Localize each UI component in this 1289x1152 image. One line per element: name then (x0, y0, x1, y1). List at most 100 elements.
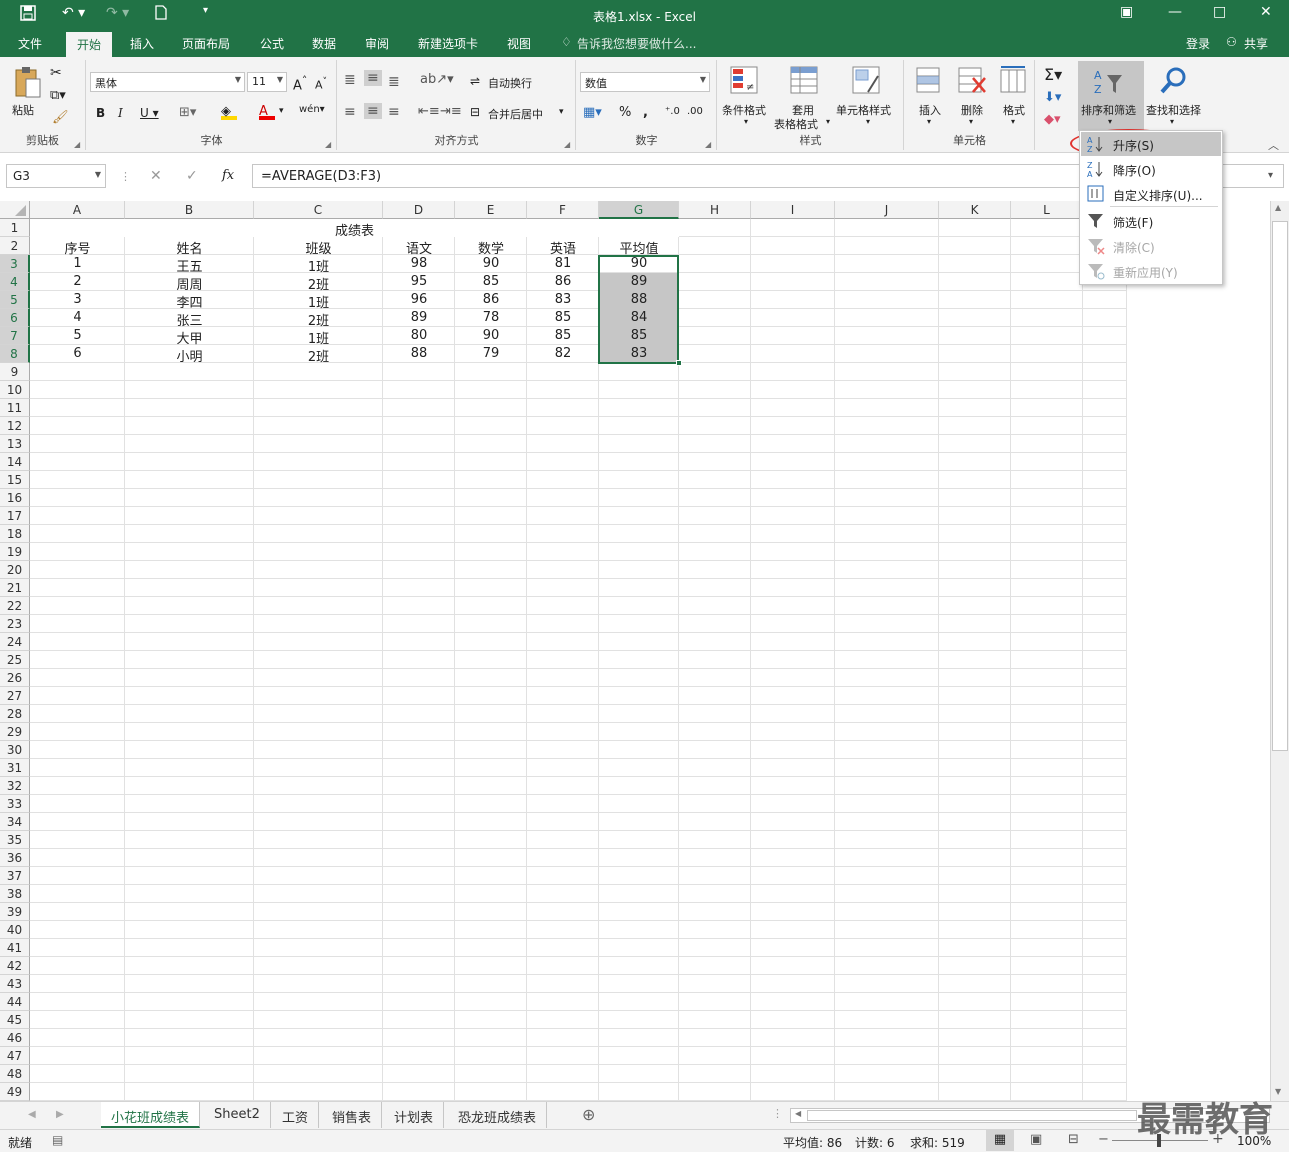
percent-icon[interactable]: % (619, 105, 631, 120)
autosum-icon[interactable]: Σ▾ (1044, 65, 1062, 84)
row-header[interactable]: 15 (0, 471, 30, 489)
underline-icon[interactable]: U ▾ (140, 106, 159, 120)
enter-icon[interactable]: ✓ (186, 168, 198, 184)
row-header[interactable]: 17 (0, 507, 30, 525)
worksheet-grid[interactable]: ABCDEFGHIJKL0123456789101112131415161718… (0, 201, 1270, 1101)
tab-new[interactable]: 新建选项卡 (418, 35, 478, 52)
font-size-select[interactable]: 11 ▼ (247, 72, 287, 92)
row-header[interactable]: 39 (0, 903, 30, 921)
tab-insert[interactable]: 插入 (130, 35, 154, 52)
column-header[interactable]: H (679, 201, 751, 219)
header-cell[interactable]: 序号 (30, 237, 125, 257)
row-header[interactable]: 7 (0, 327, 30, 345)
dropdown-icon[interactable]: ▾ (1011, 117, 1015, 126)
column-header[interactable]: C (254, 201, 383, 219)
row-header[interactable]: 26 (0, 669, 30, 687)
number-format-select[interactable]: 数值 ▼ (580, 72, 710, 92)
row-header[interactable]: 40 (0, 921, 30, 939)
status-sum[interactable]: 求和: 519 (910, 1134, 965, 1151)
data-cell[interactable]: 李四 (125, 291, 254, 311)
header-cell[interactable]: 平均值 (599, 237, 679, 257)
tab-view[interactable]: 视图 (507, 35, 531, 52)
login-link[interactable]: 登录 (1186, 35, 1210, 52)
sheet-tab[interactable]: Sheet2 (204, 1102, 271, 1128)
data-cell[interactable]: 1班 (254, 255, 383, 275)
row-header[interactable]: 48 (0, 1065, 30, 1083)
fill-color-icon[interactable]: ◈ (221, 104, 237, 120)
column-header[interactable]: B (125, 201, 254, 219)
sheet-tab[interactable]: 销售表 (322, 1102, 383, 1128)
row-header[interactable]: 41 (0, 939, 30, 957)
data-cell[interactable]: 周周 (125, 273, 254, 293)
data-cell[interactable]: 86 (527, 273, 599, 291)
data-cell[interactable]: 2 (30, 273, 125, 291)
cell-styles-icon[interactable] (852, 66, 882, 99)
row-header[interactable]: 31 (0, 759, 30, 777)
zoom-out-icon[interactable]: − (1098, 1132, 1109, 1147)
ribbon-display-icon[interactable]: ▣ (1120, 4, 1133, 20)
split-handle-icon[interactable]: ⋮ (772, 1107, 783, 1120)
data-cell[interactable]: 82 (527, 345, 599, 363)
scroll-thumb[interactable] (807, 1110, 1137, 1121)
next-sheet-icon[interactable]: ▶ (56, 1109, 64, 1120)
sort-filter-button[interactable]: AZ 排序和筛选 ▾ (1078, 61, 1144, 131)
row-header[interactable]: 22 (0, 597, 30, 615)
data-cell[interactable]: 大甲 (125, 327, 254, 347)
insert-function-icon[interactable]: fx (222, 168, 234, 183)
align-top-icon[interactable]: ≣ (344, 72, 356, 88)
header-cell[interactable]: 数学 (455, 237, 527, 257)
row-header[interactable]: 45 (0, 1011, 30, 1029)
row-header[interactable]: 49 (0, 1083, 30, 1101)
row-header[interactable]: 20 (0, 561, 30, 579)
align-left-icon[interactable]: ≡ (344, 104, 356, 120)
row-header[interactable]: 12 (0, 417, 30, 435)
header-cell[interactable]: 班级 (254, 237, 383, 257)
row-header[interactable]: 27 (0, 687, 30, 705)
column-header[interactable]: K (939, 201, 1011, 219)
data-cell[interactable]: 85 (527, 309, 599, 327)
row-header[interactable]: 6 (0, 309, 30, 327)
column-header[interactable]: G (599, 201, 679, 219)
row-header[interactable]: 36 (0, 849, 30, 867)
data-cell[interactable]: 96 (383, 291, 455, 309)
dropdown-icon[interactable]: ▾ (826, 117, 830, 126)
row-header[interactable]: 44 (0, 993, 30, 1011)
fill-handle[interactable] (676, 360, 682, 366)
data-cell[interactable]: 2班 (254, 273, 383, 293)
align-right-icon[interactable]: ≡ (388, 104, 400, 120)
row-header[interactable]: 1 (0, 219, 30, 237)
row-header[interactable]: 11 (0, 399, 30, 417)
data-cell[interactable]: 1 (30, 255, 125, 273)
data-cell[interactable]: 89 (383, 309, 455, 327)
font-color-icon[interactable]: A (259, 104, 275, 120)
tab-formulas[interactable]: 公式 (260, 35, 284, 52)
format-cells-button[interactable]: 格式 (1003, 102, 1025, 118)
increase-indent-icon[interactable]: ⇥≡ (440, 104, 462, 119)
copy-icon[interactable]: ⧉▾ (50, 88, 66, 103)
close-icon[interactable]: ✕ (1260, 4, 1272, 20)
data-cell[interactable]: 张三 (125, 309, 254, 329)
column-header[interactable]: F (527, 201, 599, 219)
dropdown-icon[interactable]: ▾ (1170, 117, 1174, 126)
row-header[interactable]: 13 (0, 435, 30, 453)
row-header[interactable]: 10 (0, 381, 30, 399)
data-cell[interactable]: 86 (455, 291, 527, 309)
table-format-label-2[interactable]: 表格格式 (774, 116, 818, 132)
data-cell[interactable]: 79 (455, 345, 527, 363)
data-cell[interactable]: 98 (383, 255, 455, 273)
dropdown-icon[interactable]: ▾ (866, 117, 870, 126)
dialog-launcher-icon[interactable]: ◢ (74, 140, 80, 149)
conditional-format-icon[interactable]: ≠ (730, 66, 760, 99)
increase-decimal-icon[interactable]: ⁺.0 (665, 106, 680, 117)
delete-cells-icon[interactable] (957, 66, 987, 99)
row-header[interactable]: 3 (0, 255, 30, 273)
header-cell[interactable]: 英语 (527, 237, 599, 257)
maximize-icon[interactable]: □ (1213, 4, 1226, 20)
row-header[interactable]: 4 (0, 273, 30, 291)
data-cell[interactable]: 85 (527, 327, 599, 345)
delete-cells-button[interactable]: 删除 (961, 102, 983, 118)
column-header[interactable]: J (835, 201, 939, 219)
data-cell[interactable]: 80 (383, 327, 455, 345)
row-header[interactable]: 37 (0, 867, 30, 885)
data-cell[interactable]: 78 (455, 309, 527, 327)
